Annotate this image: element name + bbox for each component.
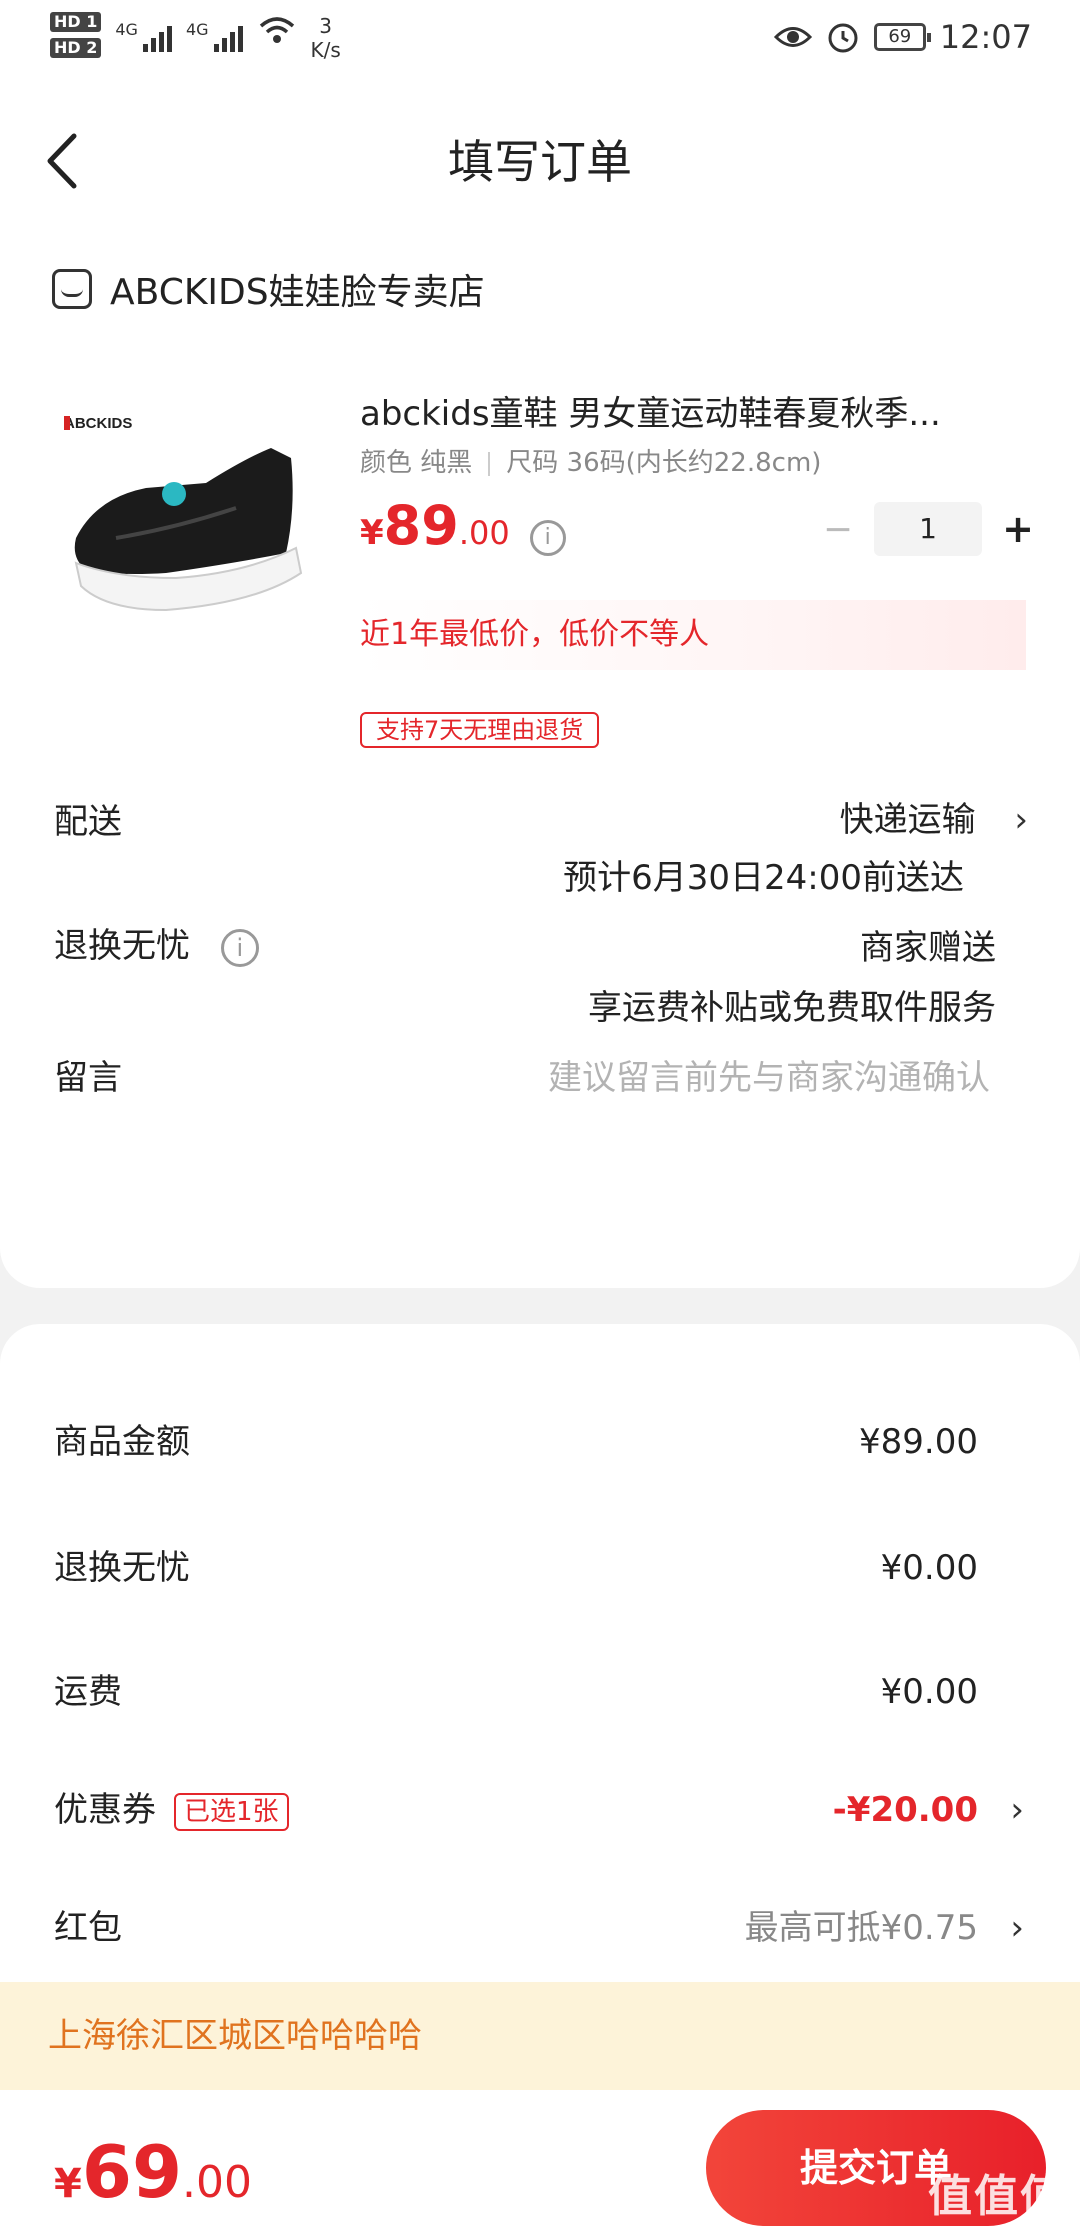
goods-amount-value: ¥89.00	[859, 1422, 978, 1462]
hd1-badge: HD 1	[50, 12, 102, 32]
total-integer: 69	[81, 2130, 183, 2214]
worry-free-line1: 商家赠送	[860, 928, 996, 968]
wifi-icon	[259, 17, 294, 43]
product-title[interactable]: abckids童鞋 男女童运动鞋春夏秋季...	[360, 386, 1010, 435]
goods-amount-label: 商品金额	[54, 1422, 190, 1462]
lowest-price-banner: 近1年最低价，低价不等人	[360, 600, 1026, 670]
price-decimal: .00	[458, 514, 510, 552]
message-label: 留言	[54, 1058, 122, 1098]
worry-free-info-icon[interactable]: i	[220, 928, 259, 967]
quantity-input[interactable]: 1	[874, 502, 982, 556]
coupon-label: 优惠券	[54, 1790, 156, 1830]
status-bar: HD 1 HD 2 4G 4G 3 K/s 69 12:07	[0, 0, 1080, 84]
clock: 12:07	[939, 18, 1032, 56]
total-decimal: .00	[182, 2157, 253, 2208]
spec-size: 尺码 36码(内长约22.8cm)	[506, 448, 822, 478]
worry-free-line2: 享运费补贴或免费取件服务	[588, 988, 996, 1028]
shipping-row: 运费 ¥0.00	[0, 1662, 1080, 1722]
total-currency: ¥	[54, 2161, 82, 2207]
price-currency: ¥	[360, 513, 384, 553]
worry-free-row: 退换无忧 i	[54, 918, 259, 967]
delivery-method: 快递运输	[839, 800, 976, 840]
decrease-button[interactable]: −	[810, 509, 866, 550]
watermark-url: zhizhizhi.com	[936, 2224, 1058, 2240]
total-price: ¥69.00	[54, 2130, 252, 2214]
status-left: HD 1 HD 2 4G 4G 3 K/s	[50, 12, 341, 62]
chevron-right-icon: ›	[1014, 800, 1028, 840]
price-integer: 89	[383, 494, 459, 557]
status-right: 69 12:07	[773, 18, 1032, 56]
address-banner[interactable]: 上海徐汇区城区哈哈哈哈	[0, 1982, 1080, 2090]
worry-free-fee-value: ¥0.00	[880, 1548, 978, 1588]
product-image[interactable]: ABCKIDS	[56, 388, 316, 638]
coupon-selected-badge: 已选1张	[174, 1792, 289, 1831]
net-speed: 3 K/s	[311, 14, 341, 62]
worry-free-fee-row: 退换无忧 ¥0.00	[0, 1538, 1080, 1598]
delivery-method-row[interactable]: 快递运输 ›	[840, 792, 1028, 841]
header: 填写订单	[0, 84, 1080, 244]
red-packet-value: 最高可抵¥0.75	[744, 1908, 978, 1948]
product-brand: ABCKIDS	[64, 415, 132, 432]
bottom-bar: ¥69.00 提交订单	[0, 2090, 1080, 2240]
message-input[interactable]: 建议留言前先与商家沟通确认	[548, 1050, 990, 1099]
spec-color: 颜色 纯黑	[360, 448, 473, 478]
increase-button[interactable]: +	[990, 507, 1046, 551]
eye-icon	[773, 27, 812, 47]
red-packet-row[interactable]: 红包 最高可抵¥0.75 ›	[0, 1898, 1080, 1958]
worry-free-label: 退换无忧	[54, 926, 190, 966]
chevron-right-icon: ›	[1010, 1908, 1024, 1948]
signal-1-label: 4G	[115, 20, 138, 39]
red-packet-label: 红包	[54, 1908, 122, 1948]
signal-2-icon: 4G	[186, 12, 243, 52]
order-card: ABCKIDS娃娃脸专卖店 ABCKIDS abckids童鞋 男女童运动鞋春夏…	[0, 230, 1080, 1288]
shipping-value: ¥0.00	[880, 1672, 978, 1712]
return-policy-badge: 支持7天无理由退货	[360, 712, 600, 748]
spec-divider	[488, 451, 491, 476]
quantity-stepper: − 1 +	[810, 502, 1046, 556]
battery-icon: 69	[873, 23, 931, 51]
watermark: 值值值 zhizhizhi.com	[928, 2160, 1066, 2240]
page-title: 填写订单	[448, 135, 632, 189]
product-spec: 颜色 纯黑 尺码 36码(内长约22.8cm)	[360, 442, 821, 479]
chevron-right-icon: ›	[1010, 1790, 1024, 1830]
net-speed-value: 3	[319, 14, 333, 38]
shop-row[interactable]: ABCKIDS娃娃脸专卖店	[52, 254, 485, 324]
shipping-label: 运费	[54, 1672, 122, 1712]
alarm-icon	[828, 23, 858, 53]
signal-2-label: 4G	[185, 20, 209, 39]
coupon-value: -¥20.00	[832, 1790, 978, 1830]
goods-amount-row: 商品金额 ¥89.00	[0, 1412, 1080, 1472]
hd-indicators: HD 1 HD 2	[50, 12, 102, 58]
hd2-badge: HD 2	[50, 38, 102, 58]
delivery-eta: 预计6月30日24:00前送达	[563, 858, 964, 898]
coupon-row[interactable]: 优惠券 已选1张 -¥20.00 ›	[0, 1780, 1080, 1840]
price-info-icon[interactable]: i	[529, 520, 566, 556]
worry-free-fee-label: 退换无忧	[54, 1548, 190, 1588]
product-price: ¥89.00 i	[360, 494, 566, 557]
shop-icon	[52, 269, 92, 309]
coupon-label-group: 优惠券 已选1张	[54, 1780, 289, 1840]
shop-name: ABCKIDS娃娃脸专卖店	[110, 272, 485, 313]
watermark-logo: 值值值	[928, 2171, 1066, 2222]
delivery-label: 配送	[54, 802, 122, 842]
net-speed-unit: K/s	[310, 38, 341, 62]
signal-1-icon: 4G	[115, 12, 172, 52]
